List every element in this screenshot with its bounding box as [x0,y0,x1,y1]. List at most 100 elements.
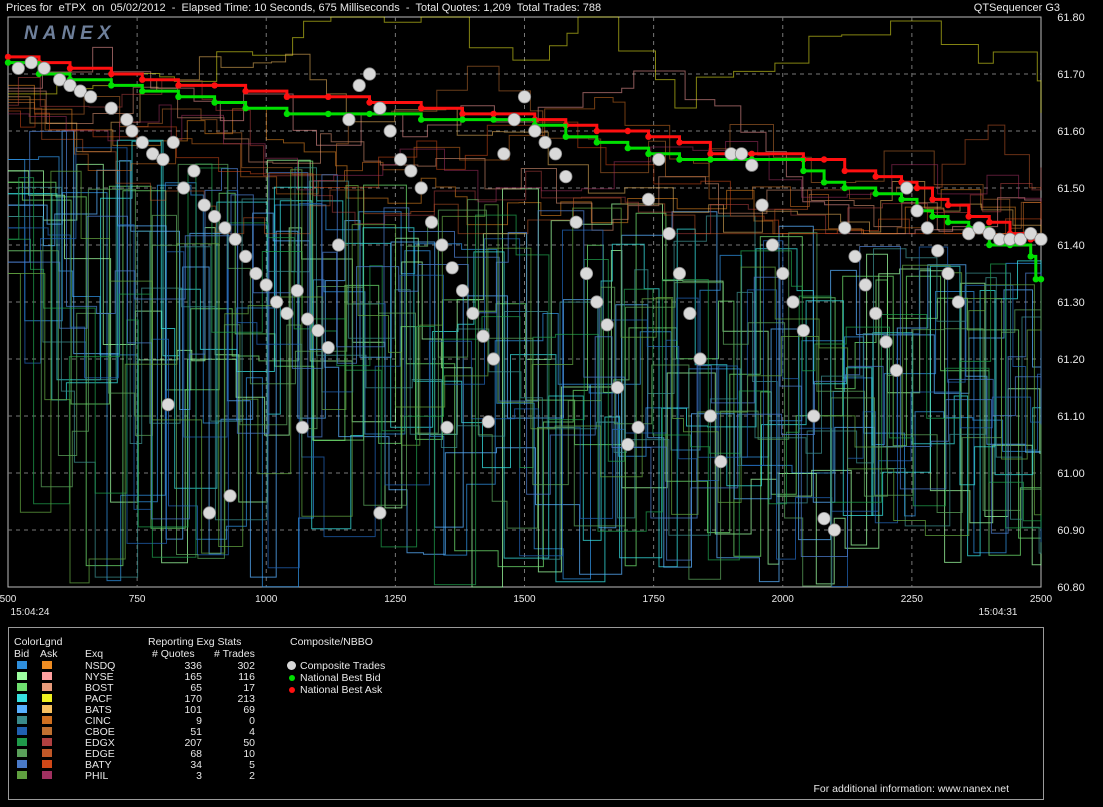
national-best-bid-line-point [676,156,683,163]
ask-swatch [42,749,52,757]
ask-swatch [42,705,52,713]
composite-trade-point [352,78,366,93]
legend-panel: ColorLgnd Bid Ask Exq Reporting Exg Stat… [8,627,1044,800]
composite-trade-point [703,409,718,423]
composite-trade-point [683,306,697,320]
composite-marker [287,661,296,670]
national-best-ask-line-point [108,70,115,78]
ask-swatch [42,683,52,691]
composite-trade-point [362,67,377,81]
composite-trade-point [641,192,656,206]
composite-trade-point [476,329,490,343]
composite-trade-point [693,352,707,366]
composite-trade-point [507,113,521,127]
national-best-bid-line-point [1027,253,1034,260]
composite-trade-point [662,227,676,241]
exq-label: Exq [85,648,104,660]
composite-trade-point [37,61,51,75]
composite-marker [289,687,295,693]
exchange-row: PACF 170 213 [9,693,279,705]
composite-trade-point [135,135,149,149]
composite-trade-point [424,215,439,229]
exchange-quotes: 3 [196,770,202,782]
x-tick-label: 2500 [1030,594,1053,605]
composite-trade-point [393,152,408,167]
national-best-ask-line-point [175,82,182,89]
composite-trade-point [156,152,170,167]
national-best-ask-line-point [211,82,218,89]
national-best-ask-line-point [944,201,952,209]
composite-trade-point [24,55,38,70]
national-best-ask-line-point [913,184,921,192]
national-best-bid-line-point [325,110,332,118]
national-best-bid-line-point [624,144,631,152]
national-best-ask-line-point [418,105,425,112]
composite-trade-point [104,101,118,115]
bid-swatch [17,705,27,713]
composite-trade-point [435,238,449,252]
composite-label: National Best Ask [300,684,383,696]
exchange-row: EDGX 207 50 [9,737,279,749]
ask-swatch [42,738,52,746]
composite-label: National Best Bid [300,672,381,684]
national-best-ask-line-point [707,150,714,157]
national-best-bid-line-point [820,179,828,186]
composite-trade-point [889,363,903,377]
national-best-bid-line-point [175,93,182,101]
composite-trade-point [120,113,134,127]
composite-trade-point [440,420,454,434]
y-tick-label: 61.40 [1057,240,1085,252]
composite-trade-point [517,90,532,104]
composite-trade-point [202,506,217,520]
composite-trade-point [776,266,790,281]
composite-trade-point [311,323,325,338]
bid-swatch [17,716,27,724]
national-best-ask-line-point [139,76,146,83]
ask-label: Ask [40,648,58,660]
national-best-bid-line-point [490,116,497,123]
composite-trade-point [300,312,315,326]
composite-trade-point [559,170,573,184]
ask-swatch [42,716,52,724]
bid-swatch [17,727,27,735]
composite-trade-point [569,215,583,229]
national-best-ask-line-point [965,213,972,220]
ask-swatch [42,727,52,735]
bid-swatch [17,749,27,757]
quotes-header: # Quotes [152,648,195,660]
national-best-bid-line-point [139,87,146,95]
composite-trade-point [197,198,211,212]
national-best-bid-line-point [366,110,373,118]
ask-swatch [42,760,52,768]
composite-trade-point [331,238,346,252]
national-best-bid-line-point [841,184,848,192]
x-tick-label: 1500 [513,594,536,605]
bid-swatch [17,738,27,746]
composite-trade-point [321,340,335,355]
composite-trade-point [404,164,418,178]
bid-swatch [17,672,27,680]
national-best-ask-line-point [645,133,652,140]
composite-trade-point [259,278,273,292]
y-tick-label: 61.50 [1057,183,1085,195]
national-best-bid-line-point [872,190,879,197]
x-tick-label: 1250 [384,594,407,605]
national-best-ask-line-point [325,93,332,101]
composite-trade-point [373,506,387,520]
composite-trade-point [610,380,625,395]
y-tick-label: 60.90 [1057,525,1085,537]
composite-trade-point [528,124,542,138]
composite-trade-point [481,415,495,429]
composite-trade-point [838,221,852,235]
bid-label: Bid [14,648,30,660]
national-best-ask-line-point [929,196,936,203]
national-best-bid-line-point [707,156,714,163]
composite-trade-point [238,249,253,263]
composite-trade-point [714,454,728,469]
composite-trade-point [455,283,470,298]
composite-trade-point [858,278,872,292]
composite-trade-point [11,61,25,75]
bid-swatch [17,760,27,768]
composite-trade-point [373,101,387,115]
national-best-ask-line-point [4,53,12,61]
